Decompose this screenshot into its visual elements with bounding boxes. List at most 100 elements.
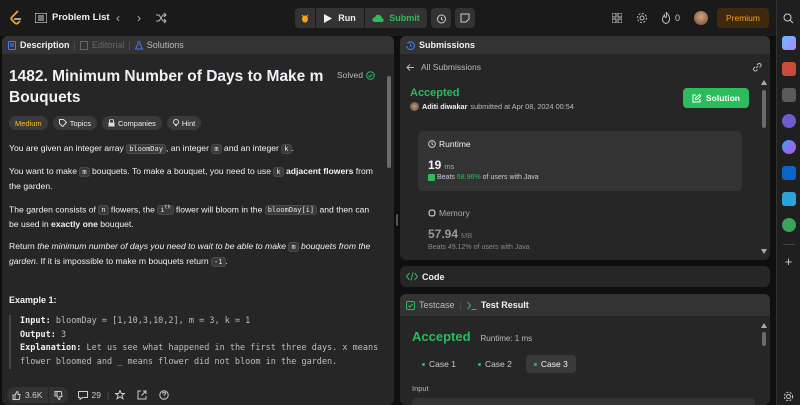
memory-card[interactable]: Memory 57.94 MB Beats 49.12% of users wi…: [418, 199, 742, 260]
tab-editorial-label: Editorial: [91, 40, 125, 50]
memory-value-row: 57.94 MB: [428, 227, 472, 241]
scroll-down-arrow-icon[interactable]: [761, 249, 767, 254]
notes-button[interactable]: [455, 8, 475, 28]
description-paragraph-3: The garden consists of n flowers, the it…: [9, 201, 381, 231]
user-avatar[interactable]: [694, 11, 708, 25]
tag-row: Medium Topics Companies Hint: [9, 116, 381, 130]
run-button[interactable]: Run: [316, 8, 364, 28]
tag-icon: [58, 119, 67, 127]
extension-send-icon[interactable]: [781, 192, 796, 206]
description-tabbar: Description | Editorial | Solutions: [2, 36, 394, 54]
extension-person-icon[interactable]: [781, 114, 796, 128]
case-tab-3[interactable]: Case 3: [525, 355, 576, 373]
runtime-value-row: 19 ms: [428, 158, 454, 172]
output-label: Output:: [20, 329, 56, 340]
companies-chip[interactable]: Companies: [101, 116, 162, 130]
chevron-right-icon[interactable]: ›: [134, 11, 144, 25]
help-icon[interactable]: [159, 390, 169, 400]
extension-tree-icon[interactable]: [781, 218, 796, 232]
beats-prefix: Beats: [428, 244, 446, 251]
code-title: Code: [422, 271, 445, 282]
solution-button[interactable]: Solution: [683, 88, 749, 108]
tab-submissions[interactable]: Submissions: [406, 40, 475, 50]
comment-icon: [77, 390, 88, 400]
text-segment: .: [291, 143, 294, 153]
explanation-label: Explanation:: [20, 343, 82, 354]
topics-chip[interactable]: Topics: [52, 116, 97, 130]
run-label: Run: [338, 13, 356, 23]
case-tab-1[interactable]: Case 1: [414, 355, 464, 373]
streak-fire-icon[interactable]: [661, 12, 671, 24]
case-tab-2[interactable]: Case 2: [470, 355, 520, 373]
inline-code: m: [288, 242, 299, 253]
timer-button[interactable]: [431, 8, 451, 28]
output-value: 3: [55, 329, 67, 340]
tab-test-result[interactable]: Test Result: [466, 300, 529, 310]
all-submissions-link[interactable]: All Submissions: [421, 62, 481, 72]
chevron-left-icon[interactable]: ‹: [113, 11, 123, 25]
vertical-splitter[interactable]: [396, 214, 398, 226]
description-scrollbar[interactable]: [387, 76, 391, 168]
submitter-name[interactable]: Aditi diwakar: [422, 102, 467, 111]
terminal-icon: [466, 301, 477, 310]
debug-button[interactable]: [295, 8, 315, 28]
memory-header: Memory: [428, 208, 470, 218]
tab-divider: |: [128, 40, 131, 50]
description-paragraph-4: Return the minimum number of days you ne…: [9, 239, 381, 269]
comments-button[interactable]: 29: [77, 390, 101, 400]
star-icon[interactable]: [115, 390, 126, 400]
problem-list-link[interactable]: Problem List: [52, 12, 110, 23]
result-status-row: Accepted Runtime: 1 ms: [412, 329, 532, 344]
scroll-up-arrow-icon[interactable]: [761, 80, 767, 85]
layout-grid-icon[interactable]: [612, 13, 622, 23]
submissions-panel: Submissions All Submissions Accepted Adi…: [400, 36, 770, 260]
extension-chess-icon[interactable]: [781, 88, 796, 102]
history-icon: [406, 40, 415, 50]
link-icon[interactable]: [752, 62, 762, 72]
dislike-button[interactable]: [48, 387, 68, 403]
inline-code: -1: [211, 257, 226, 268]
tab-solutions[interactable]: Solutions: [134, 40, 184, 50]
submissions-scrollbar[interactable]: [762, 90, 766, 128]
tab-description[interactable]: Description: [8, 40, 70, 50]
extension-copilot-icon[interactable]: [781, 140, 796, 154]
bold-text: adjacent flowers: [286, 166, 354, 176]
hint-chip[interactable]: Hint: [166, 116, 202, 130]
inline-code: bloomDay: [126, 144, 166, 154]
tab-testcase[interactable]: Testcase: [406, 300, 455, 310]
runtime-card[interactable]: Runtime 19 ms Beats 68.96% of users with…: [418, 131, 742, 191]
extension-toolbox-icon[interactable]: [781, 62, 796, 76]
share-icon[interactable]: [137, 390, 147, 400]
premium-button[interactable]: Premium: [717, 8, 769, 28]
premium-label: Premium: [725, 13, 760, 23]
description-content: 1482. Minimum Number of Days to Make m B…: [9, 66, 381, 370]
code-brackets-icon: [406, 272, 418, 281]
book-icon: [79, 40, 88, 50]
check-circle-icon: [366, 70, 375, 80]
description-panel: Description | Editorial | Solutions 1482…: [2, 36, 394, 405]
extension-outlook-icon[interactable]: [781, 166, 796, 180]
search-icon[interactable]: [777, 12, 800, 24]
shuffle-icon[interactable]: [155, 12, 167, 24]
code-panel[interactable]: Code: [400, 266, 770, 287]
input-box: [412, 398, 755, 405]
settings-gear-icon[interactable]: [636, 12, 648, 24]
solved-indicator: Solved: [337, 70, 375, 80]
add-plus-icon[interactable]: +: [777, 254, 800, 269]
case-tab-label: Case 1: [429, 359, 456, 369]
test-scrollbar[interactable]: [762, 332, 766, 346]
text-segment: .: [225, 256, 228, 267]
text-segment: bouquet.: [97, 219, 134, 230]
text-segment: . If it is impossible to make m bouquets…: [35, 256, 212, 267]
scroll-up-arrow-icon[interactable]: [761, 323, 767, 328]
problem-list-icon[interactable]: [35, 13, 47, 23]
arrow-left-icon[interactable]: [406, 63, 415, 72]
description-paragraph-1: You are given an integer array bloomDay,…: [9, 141, 381, 156]
like-button[interactable]: 3.6K: [7, 387, 48, 403]
submit-button[interactable]: Submit: [365, 8, 427, 28]
tab-editorial[interactable]: Editorial: [79, 40, 125, 50]
sidebar-settings-icon[interactable]: [783, 391, 794, 402]
text-segment: flower will bloom in the: [173, 204, 265, 215]
extension-diamond-icon[interactable]: [781, 36, 796, 50]
leetcode-logo-icon[interactable]: [8, 10, 24, 26]
